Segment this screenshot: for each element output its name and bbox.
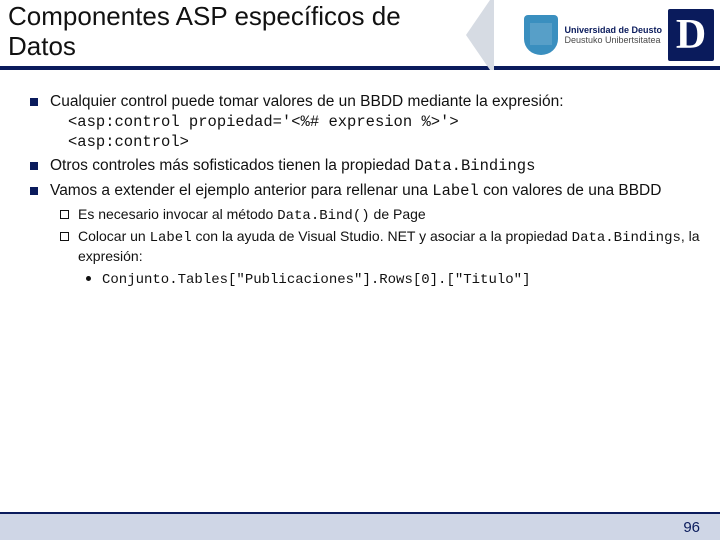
university-name-es: Universidad de Deusto bbox=[564, 25, 662, 35]
bullet-3-pre: Vamos a extender el ejemplo anterior par… bbox=[50, 182, 432, 199]
bullet-1-text: Cualquier control puede tomar valores de… bbox=[50, 93, 564, 110]
slide-header: Componentes ASP específicos de Datos Uni… bbox=[0, 0, 720, 70]
header-chevron bbox=[466, 0, 490, 70]
sub-1-code: Data.Bind() bbox=[277, 208, 369, 224]
slide-footer: 96 bbox=[0, 512, 720, 540]
bullet-1: Cualquier control puede tomar valores de… bbox=[18, 92, 702, 152]
sub-bullet-1: Es necesario invocar al método Data.Bind… bbox=[50, 205, 702, 225]
sub-1-pre: Es necesario invocar al método bbox=[78, 206, 277, 222]
bullet-3-post: con valores de una BBDD bbox=[479, 182, 662, 199]
sub-1-post: de Page bbox=[370, 206, 426, 222]
university-logo: Universidad de Deusto Deustuko Unibertsi… bbox=[490, 0, 720, 70]
sub-2-code-2: Data.Bindings bbox=[572, 230, 681, 246]
bullet-list: Cualquier control puede tomar valores de… bbox=[18, 92, 702, 289]
slide-body: Cualquier control puede tomar valores de… bbox=[0, 70, 720, 289]
university-name: Universidad de Deusto Deustuko Unibertsi… bbox=[564, 25, 662, 46]
bullet-3: Vamos a extender el ejemplo anterior par… bbox=[18, 181, 702, 290]
university-name-eu: Deustuko Unibertsitatea bbox=[564, 35, 662, 45]
title-line-2: Datos bbox=[8, 31, 76, 61]
sub-2-code-1: Label bbox=[150, 230, 192, 246]
sub-bullet-list: Es necesario invocar al método Data.Bind… bbox=[50, 205, 702, 290]
bullet-2-code: Data.Bindings bbox=[414, 157, 535, 175]
bullet-3-code: Label bbox=[432, 182, 479, 200]
subsub-bullet-list: Conjunto.Tables["Publicaciones"].Rows[0]… bbox=[78, 269, 702, 289]
subsub-bullet-1: Conjunto.Tables["Publicaciones"].Rows[0]… bbox=[78, 269, 702, 289]
sub-2-pre: Colocar un bbox=[78, 228, 150, 244]
subsub-code: Conjunto.Tables["Publicaciones"].Rows[0]… bbox=[102, 272, 530, 288]
page-number: 96 bbox=[683, 519, 700, 536]
bullet-1-code-1: <asp:control propiedad='<%# expresion %>… bbox=[50, 112, 702, 132]
university-d-logo: D bbox=[668, 9, 714, 61]
sub-2-mid: con la ayuda de Visual Studio. NET y aso… bbox=[192, 228, 572, 244]
bullet-1-code-2: <asp:control> bbox=[50, 132, 702, 152]
sub-bullet-2: Colocar un Label con la ayuda de Visual … bbox=[50, 227, 702, 290]
shield-icon bbox=[524, 15, 558, 55]
title-line-1: Componentes ASP específicos de bbox=[8, 1, 401, 31]
slide-title: Componentes ASP específicos de Datos bbox=[8, 2, 401, 62]
bullet-2-pre: Otros controles más sofisticados tienen … bbox=[50, 157, 414, 174]
bullet-2: Otros controles más sofisticados tienen … bbox=[18, 156, 702, 176]
